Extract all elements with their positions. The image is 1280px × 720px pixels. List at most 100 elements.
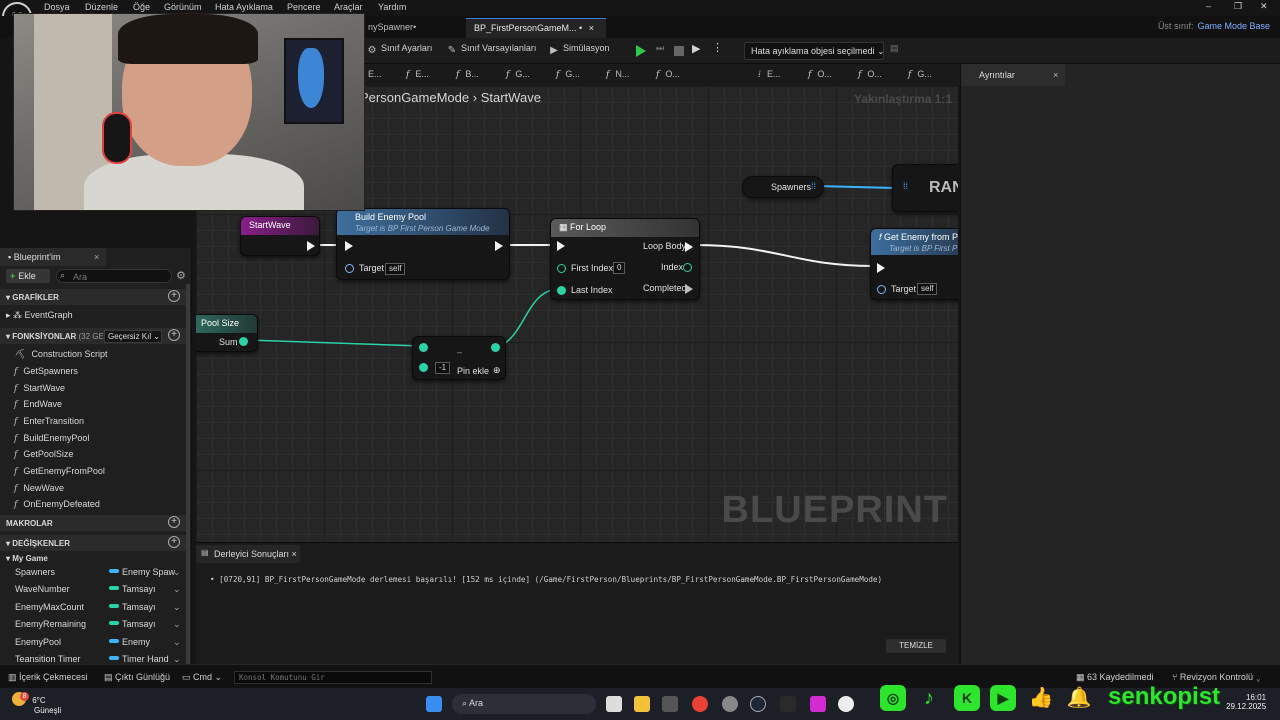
play-button[interactable]: [636, 45, 646, 61]
target-value[interactable]: self: [385, 263, 406, 275]
class-defaults-button[interactable]: ✎ Sınıf Varsayılanları: [446, 43, 537, 59]
exec-out-pin[interactable]: [307, 241, 315, 251]
breadcrumb-current[interactable]: StartWave: [481, 90, 541, 105]
func-tab[interactable]: f G...: [506, 69, 530, 80]
chrome-icon[interactable]: [692, 696, 708, 712]
func-tab[interactable]: f O...: [808, 69, 832, 80]
section-graphs[interactable]: ▾ GRAFİKLER +: [0, 289, 186, 305]
variable-type[interactable]: Enemy: [109, 637, 150, 647]
compiler-message[interactable]: • [0720,91] BP_FirstPersonGameMode derle…: [210, 575, 882, 584]
simulation-button[interactable]: ▶ Simülasyon: [548, 43, 609, 59]
variable-type[interactable]: Tamsayı: [109, 602, 156, 612]
func-tab[interactable]: f G...: [556, 69, 580, 80]
browse-icon[interactable]: ▤: [890, 43, 899, 59]
unreal-engine-icon[interactable]: [838, 696, 854, 712]
breadcrumb-parent[interactable]: PersonGameMode: [360, 90, 469, 105]
revision-control-button[interactable]: ⑂ Revizyon Kontrolü ⌄: [1172, 672, 1261, 682]
class-settings-button[interactable]: ⚙ Sınıf Ayarları: [366, 43, 433, 59]
my-blueprint-search-input[interactable]: [56, 269, 172, 283]
node-subtract[interactable]: -1 – Pin ekle ⊕: [412, 336, 506, 380]
cmd-dropdown[interactable]: ▭ Cmd ⌄: [182, 672, 222, 683]
last-index-pin[interactable]: [557, 286, 566, 295]
exec-in-pin[interactable]: [557, 241, 565, 251]
function-item[interactable]: f OnEnemyDefeated: [14, 499, 100, 510]
step-button[interactable]: ⏭: [656, 43, 664, 59]
unsaved-button[interactable]: ▦ 63 Kaydedilmedi: [1076, 672, 1154, 683]
output-pin[interactable]: [491, 343, 500, 352]
node-pool-size[interactable]: Pool Size Sum: [196, 314, 258, 352]
chevron-down-icon[interactable]: ⌄: [173, 584, 181, 595]
node-build-enemy-pool[interactable]: Build Enemy Pool Target is BP First Pers…: [336, 208, 510, 280]
tab-enemy-spawner[interactable]: nySpawner•: [360, 18, 424, 38]
add-button[interactable]: + Ekle: [6, 269, 50, 283]
scrollbar[interactable]: [186, 284, 190, 664]
input-pin-b[interactable]: [419, 363, 428, 372]
func-tab[interactable]: f O...: [858, 69, 882, 80]
variable-type[interactable]: Tamsayı: [109, 584, 156, 594]
windows-start-icon[interactable]: [426, 696, 442, 712]
variable-row[interactable]: Teansition Timer Timer Hand ⌄: [15, 654, 185, 664]
node-start-wave[interactable]: StartWave: [240, 216, 320, 256]
app-icon[interactable]: [810, 696, 826, 712]
override-dropdown[interactable]: Geçersiz Kıl ⌄: [104, 330, 162, 343]
close-window-icon[interactable]: ✕: [1260, 1, 1268, 12]
clear-button[interactable]: TEMİZLE: [886, 639, 946, 653]
add-variable-icon[interactable]: +: [168, 536, 180, 548]
loop-body-pin[interactable]: [685, 242, 693, 252]
compiler-close-icon[interactable]: ×: [292, 549, 297, 559]
node-for-loop[interactable]: ▦ For Loop First Index 0 Last Index Loop…: [550, 218, 700, 300]
variable-row[interactable]: EnemyPool Enemy ⌄: [15, 637, 185, 647]
variable-type[interactable]: Tamsayı: [109, 619, 156, 629]
tab-close-icon[interactable]: ×: [589, 23, 594, 33]
menu-edit[interactable]: Düzenle: [85, 2, 118, 12]
function-item[interactable]: f NewWave: [14, 483, 64, 494]
output-log-button[interactable]: ▤ Çıktı Günlüğü: [104, 672, 170, 683]
chevron-down-icon[interactable]: ⌄: [173, 654, 181, 664]
variable-category[interactable]: ▾ My Game: [6, 554, 48, 563]
function-item[interactable]: f EnterTransition: [14, 416, 84, 427]
node-get-enemy-from-pool[interactable]: f Get Enemy from P Target is BP First P …: [870, 228, 958, 300]
obs-icon[interactable]: [722, 696, 738, 712]
maximize-icon[interactable]: ❐: [1234, 1, 1242, 12]
menu-help[interactable]: Yardım: [378, 2, 406, 12]
variable-type[interactable]: Enemy Spaw: [109, 567, 175, 577]
details-tab[interactable]: Ayrıntılar: [961, 64, 1065, 86]
func-tab[interactable]: f B...: [456, 69, 479, 80]
function-item[interactable]: ⛏ Construction Script: [14, 349, 107, 360]
func-tab[interactable]: ⁞ E...: [758, 69, 781, 80]
completed-pin[interactable]: [685, 284, 693, 294]
target-pin[interactable]: [345, 264, 354, 273]
menu-window[interactable]: Pencere: [287, 2, 321, 12]
stop-button[interactable]: [674, 46, 684, 62]
weather-widget[interactable]: 8 6°C Güneşli: [12, 692, 61, 715]
exec-in-pin[interactable]: [345, 241, 353, 251]
function-item[interactable]: f StartWave: [14, 383, 65, 394]
debug-object-select[interactable]: Hata ayıklama objesi seçilmedi ⌄: [744, 42, 885, 60]
node-random[interactable]: ⁞⁞ RAN: [892, 164, 958, 212]
func-tab[interactable]: f G...: [908, 69, 932, 80]
chevron-down-icon[interactable]: ⌄: [173, 637, 181, 648]
exec-in-pin[interactable]: [877, 263, 885, 273]
function-item[interactable]: f GetEnemyFromPool: [14, 466, 105, 477]
parent-class-value[interactable]: Game Mode Base: [1197, 21, 1270, 31]
taskbar-search[interactable]: ⌕ Ara: [452, 694, 596, 714]
subtract-value[interactable]: -1: [435, 362, 451, 374]
variable-row[interactable]: EnemyRemaining Tamsayı ⌄: [15, 619, 185, 629]
section-variables[interactable]: ▾ DEĞİŞKENLER +: [0, 535, 186, 551]
node-spawners-get[interactable]: Spawners ⁞⁞: [742, 176, 824, 198]
target-pin[interactable]: [877, 285, 886, 294]
my-blueprint-tab[interactable]: ▪ Blueprint'im ×: [0, 248, 106, 266]
first-index-value[interactable]: 0: [613, 262, 626, 274]
content-drawer-button[interactable]: ▥ İçerik Çekmecesi: [8, 672, 88, 683]
eject-button[interactable]: ▶: [692, 42, 700, 58]
minimize-icon[interactable]: –: [1206, 1, 1211, 11]
details-close-icon[interactable]: ×: [1053, 70, 1058, 80]
console-command-input[interactable]: [234, 671, 432, 684]
func-tab[interactable]: E...: [368, 69, 382, 79]
menu-debug[interactable]: Hata Ayıklama: [215, 2, 273, 12]
menu-asset[interactable]: Öğe: [133, 2, 150, 12]
chevron-down-icon[interactable]: ⌄: [173, 567, 181, 578]
task-view-icon[interactable]: [606, 696, 622, 712]
chevron-down-icon[interactable]: ⌄: [173, 602, 181, 613]
my-blueprint-close-icon[interactable]: ×: [94, 252, 99, 262]
